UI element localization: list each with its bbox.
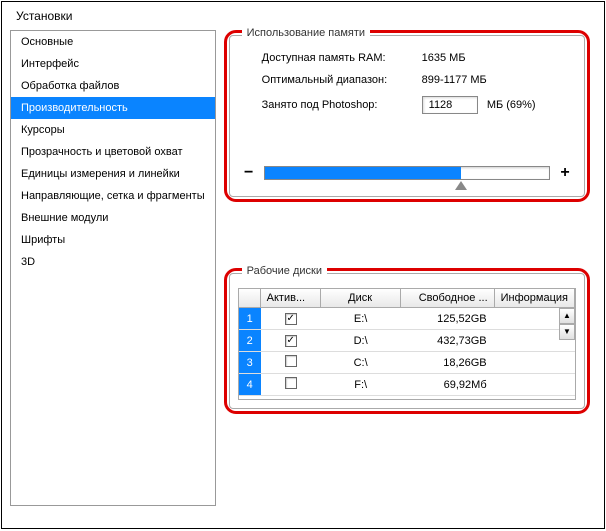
memory-usage-highlight: Использование памяти Доступная память RA… [224,30,590,202]
row-number: 2 [239,330,261,351]
available-ram-value: 1635 МБ [422,52,572,64]
sidebar-item-1[interactable]: Интерфейс [11,53,215,75]
row-active-cell: ✓ [261,312,321,325]
sidebar-item-0[interactable]: Основные [11,31,215,53]
sidebar-item-2[interactable]: Обработка файлов [11,75,215,97]
col-info[interactable]: Информация [495,289,575,307]
row-free: 18,26GB [401,357,495,369]
scratch-disks-table: Актив... Диск Свободное ... Информация ▲… [238,288,576,400]
row-disk: D:\ [321,335,401,347]
active-checkbox[interactable] [285,377,297,389]
row-active-cell [261,355,321,370]
table-row[interactable]: 4 F:\69,92Мб [239,374,575,396]
row-disk: E:\ [321,313,401,325]
slider-thumb-icon[interactable] [455,181,467,190]
photoshop-usage-input[interactable]: 1128 [422,96,478,114]
optimal-range-label: Оптимальный диапазон: [242,74,422,86]
optimal-range-value: 899-1177 МБ [422,74,572,86]
photoshop-usage-label: Занято под Photoshop: [242,99,422,111]
slider-decrease-icon[interactable]: − [242,164,256,182]
col-number [239,289,261,307]
row-number: 1 [239,308,261,329]
col-disk[interactable]: Диск [321,289,401,307]
row-disk: F:\ [321,379,401,391]
row-active-cell: ✓ [261,334,321,347]
active-checkbox[interactable]: ✓ [285,313,297,325]
sidebar-item-6[interactable]: Единицы измерения и линейки [11,163,215,185]
slider-fill [265,167,461,179]
available-ram-label: Доступная память RAM: [242,52,422,64]
table-row[interactable]: 1 ✓ E:\125,52GB [239,308,575,330]
photoshop-usage-suffix: МБ (69%) [487,99,536,111]
row-active-cell [261,377,321,392]
memory-legend: Использование памяти [242,27,370,39]
active-checkbox[interactable]: ✓ [285,335,297,347]
move-down-button[interactable]: ▼ [559,324,575,340]
sidebar-item-5[interactable]: Прозрачность и цветовой охват [11,141,215,163]
sidebar-item-4[interactable]: Курсоры [11,119,215,141]
scratch-disks-highlight: Рабочие диски Актив... Диск Свободное ..… [224,268,590,414]
dialog-title: Установки [2,2,604,30]
row-free: 69,92Мб [401,379,495,391]
move-up-button[interactable]: ▲ [559,308,575,324]
col-active[interactable]: Актив... [261,289,321,307]
sidebar-item-8[interactable]: Внешние модули [11,207,215,229]
sidebar-item-3[interactable]: Производительность [11,97,215,119]
sidebar-item-7[interactable]: Направляющие, сетка и фрагменты [11,185,215,207]
slider-increase-icon[interactable]: + [558,164,572,182]
active-checkbox[interactable] [285,355,297,367]
row-number: 4 [239,374,261,395]
row-free: 125,52GB [401,313,495,325]
table-row[interactable]: 2 ✓ D:\432,73GB [239,330,575,352]
table-row[interactable]: 3 C:\18,26GB [239,352,575,374]
memory-slider[interactable] [264,166,550,180]
row-number: 3 [239,352,261,373]
sidebar-item-10[interactable]: 3D [11,251,215,273]
row-free: 432,73GB [401,335,495,347]
sidebar-item-9[interactable]: Шрифты [11,229,215,251]
col-free[interactable]: Свободное ... [401,289,495,307]
disks-legend: Рабочие диски [242,265,327,277]
category-sidebar: ОсновныеИнтерфейсОбработка файловПроизво… [10,30,216,506]
row-disk: C:\ [321,357,401,369]
